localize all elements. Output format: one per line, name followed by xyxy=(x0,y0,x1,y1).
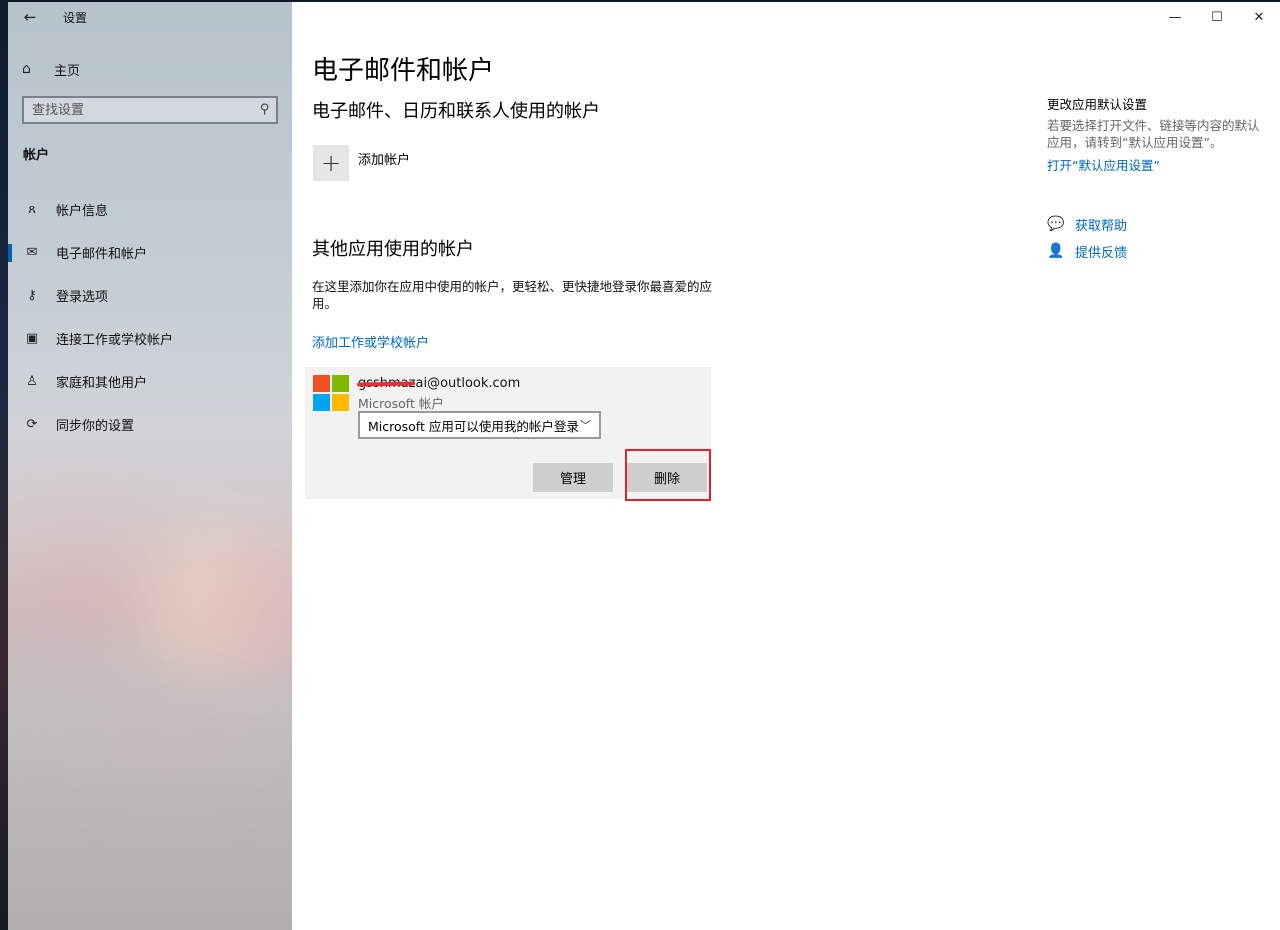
settings-window: ← 设置 ⌂ 主页 ⚲ 帐户 ጸ 帐户信息 ✉ 电子邮件和帐户 ⚷ 登录选项 xyxy=(8,2,1280,930)
key-icon: ⚷ xyxy=(27,288,37,303)
sidebar-item-label: 登录选项 xyxy=(56,290,109,305)
minimize-icon[interactable]: — xyxy=(1154,2,1196,32)
sidebar-item-sign-in-options[interactable]: ⚷ 登录选项 xyxy=(8,274,292,317)
account-card[interactable]: gsshmazai@outlook.com Microsoft 帐户 Micro… xyxy=(305,367,711,501)
sidebar-section-label: 帐户 xyxy=(23,148,50,163)
briefcase-icon: ▣ xyxy=(25,331,39,346)
acrylic-blur xyxy=(8,522,158,652)
sidebar-item-label: 帐户信息 xyxy=(56,204,109,219)
acrylic-blur xyxy=(68,692,268,782)
sidebar-item-account-info[interactable]: ጸ 帐户信息 xyxy=(8,188,292,231)
section-title-other-apps: 其他应用使用的帐户 xyxy=(312,239,474,260)
highlight-annotation xyxy=(625,449,711,501)
sidebar-item-email-accounts[interactable]: ✉ 电子邮件和帐户 xyxy=(8,231,292,274)
search-icon[interactable]: ⚲ xyxy=(260,102,270,117)
dropdown-value: Microsoft 应用可以使用我的帐户登录 xyxy=(368,418,579,434)
sidebar: ← 设置 ⌂ 主页 ⚲ 帐户 ጸ 帐户信息 ✉ 电子邮件和帐户 ⚷ 登录选项 xyxy=(8,2,292,930)
sync-icon: ⟳ xyxy=(26,417,38,432)
person-add-icon: ♙ xyxy=(26,374,38,389)
sidebar-home[interactable]: ⌂ 主页 xyxy=(22,57,80,81)
related-settings-desc: 若要选择打开文件、链接等内容的默认应用，请转到“默认应用设置”。 xyxy=(1047,118,1260,150)
sidebar-item-label: 同步你的设置 xyxy=(56,419,135,434)
sidebar-item-label: 家庭和其他用户 xyxy=(56,376,148,391)
sidebar-item-label: 电子邮件和帐户 xyxy=(56,247,148,262)
get-help-link[interactable]: 💬 获取帮助 xyxy=(1047,214,1127,234)
maximize-icon[interactable]: ☐ xyxy=(1196,2,1238,32)
close-icon[interactable]: ✕ xyxy=(1238,2,1280,32)
sidebar-item-sync-settings[interactable]: ⟳ 同步你的设置 xyxy=(8,403,292,446)
feedback-person-icon: 👤 xyxy=(1047,243,1065,259)
chevron-down-icon: ﹀ xyxy=(580,419,591,432)
search-box: ⚲ xyxy=(22,96,278,124)
chat-help-icon: 💬 xyxy=(1047,216,1065,232)
section-title-email-calendar: 电子邮件、日历和联系人使用的帐户 xyxy=(312,101,600,122)
sign-in-permission-dropdown[interactable]: Microsoft 应用可以使用我的帐户登录 ﹀ xyxy=(358,411,601,439)
give-feedback-label: 提供反馈 xyxy=(1075,245,1128,261)
main-content: — ☐ ✕ 电子邮件和帐户 电子邮件、日历和联系人使用的帐户 + 添加帐户 其他… xyxy=(292,2,1280,930)
sidebar-nav: ጸ 帐户信息 ✉ 电子邮件和帐户 ⚷ 登录选项 ▣ 连接工作或学校帐户 ♙ 家庭… xyxy=(8,188,292,446)
sidebar-item-family-users[interactable]: ♙ 家庭和其他用户 xyxy=(8,360,292,403)
default-apps-link[interactable]: 打开“默认应用设置” xyxy=(1047,155,1160,174)
back-arrow-icon[interactable]: ← xyxy=(18,6,42,28)
add-account-label: 添加帐户 xyxy=(358,153,411,168)
mail-icon: ✉ xyxy=(26,245,38,260)
title-bar: ← 设置 xyxy=(8,2,292,32)
home-icon: ⌂ xyxy=(22,61,31,77)
add-account-button[interactable]: + 添加帐户 xyxy=(313,145,410,181)
page-title: 电子邮件和帐户 xyxy=(312,56,495,86)
sidebar-home-label: 主页 xyxy=(54,63,81,79)
section-description: 在这里添加你在应用中使用的帐户，更轻松、更快捷地登录你最喜爱的应用。 xyxy=(312,279,713,311)
window-controls: — ☐ ✕ xyxy=(1154,2,1280,32)
get-help-label: 获取帮助 xyxy=(1075,218,1128,234)
sidebar-item-label: 连接工作或学校帐户 xyxy=(56,333,174,348)
microsoft-logo-icon xyxy=(313,375,349,411)
app-title: 设置 xyxy=(63,11,88,25)
manage-button[interactable]: 管理 xyxy=(533,463,613,492)
search-input[interactable] xyxy=(32,102,252,118)
plus-icon: + xyxy=(313,145,349,181)
give-feedback-link[interactable]: 👤 提供反馈 xyxy=(1047,241,1127,261)
account-type: Microsoft 帐户 xyxy=(358,396,444,411)
person-list-icon: ጸ xyxy=(28,202,36,217)
sidebar-item-work-school[interactable]: ▣ 连接工作或学校帐户 xyxy=(8,317,292,360)
desktop-edge-left xyxy=(0,0,8,930)
related-settings-title: 更改应用默认设置 xyxy=(1047,97,1148,112)
add-work-school-link[interactable]: 添加工作或学校帐户 xyxy=(312,332,429,351)
